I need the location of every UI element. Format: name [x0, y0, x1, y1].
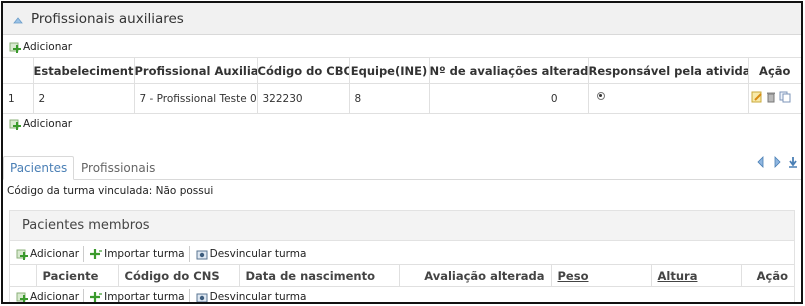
- add-icon: [9, 41, 21, 53]
- linked-class-code: Código da turma vinculada: Não possui: [7, 185, 214, 197]
- members-panel-title: Pacientes membros: [10, 211, 794, 241]
- col-profissional-header[interactable]: Profissional Auxiliar: [133, 57, 257, 84]
- members-col-cns-header[interactable]: Código do CNS: [117, 264, 239, 287]
- col-estabelecimento-header[interactable]: Estabelecimento: [32, 57, 134, 84]
- professionals-table: Estabelecimento Profissional Auxiliar Có…: [3, 57, 801, 114]
- tab-nav-icons: [755, 156, 799, 168]
- add-icon: [9, 118, 21, 130]
- import-class-label: Importar turma: [104, 291, 185, 303]
- members-header-row: Paciente Código do CNS Data de nasciment…: [10, 264, 794, 287]
- add-member-button-bottom[interactable]: Adicionar: [16, 289, 85, 303]
- tab-bar: Pacientes Profissionais: [3, 154, 801, 180]
- scroll-left-icon[interactable]: [755, 156, 767, 168]
- toolbar-top: Adicionar: [3, 37, 801, 57]
- delete-icon[interactable]: [765, 91, 777, 103]
- cell-cbo: 322230: [256, 83, 349, 114]
- col-cbo-header[interactable]: Código do CBO: [256, 57, 349, 84]
- cell-responsavel: [587, 83, 748, 114]
- members-col-peso-header[interactable]: Peso: [550, 264, 651, 287]
- members-col-index-header: [10, 264, 36, 287]
- add-button-bottom[interactable]: Adicionar: [9, 116, 76, 132]
- col-equipe-header[interactable]: Equipe(INE): [348, 57, 429, 84]
- add-member-button[interactable]: Adicionar: [16, 246, 85, 262]
- col-responsavel-header[interactable]: Responsável pela atividade: [587, 57, 748, 84]
- unlink-class-button-bottom[interactable]: Desvincular turma: [196, 289, 311, 303]
- copy-icon[interactable]: [779, 91, 791, 103]
- cell-equipe: 8: [348, 83, 429, 114]
- toolbar-bottom: Adicionar: [3, 114, 801, 134]
- peso-sort-link[interactable]: Peso: [558, 269, 589, 283]
- members-panel: Pacientes membros Adicionar Importar tur…: [9, 210, 795, 303]
- col-acao-header: Ação: [747, 57, 801, 84]
- plus-icon: [90, 248, 103, 260]
- cell-avaliacoes: 0: [428, 83, 588, 114]
- edit-icon[interactable]: [751, 91, 763, 103]
- cell-profissional: 7 - Profissional Teste 03: [133, 83, 257, 114]
- unlink-class-label: Desvincular turma: [209, 291, 307, 303]
- members-table: Paciente Código do CNS Data de nasciment…: [10, 264, 794, 287]
- col-avaliacoes-header[interactable]: Nº de avaliações alteradas: [428, 57, 588, 84]
- unlink-icon: [196, 291, 208, 302]
- import-class-button[interactable]: Importar turma: [90, 246, 190, 262]
- add-member-label: Adicionar: [30, 291, 80, 303]
- members-col-avaliacao-header[interactable]: Avaliação alterada: [398, 264, 551, 287]
- collapse-triangle-icon[interactable]: [13, 14, 23, 24]
- panel-title: Profissionais auxiliares: [31, 10, 184, 27]
- col-index-header: [3, 57, 33, 84]
- add-icon: [16, 248, 28, 260]
- tab-list-down-icon[interactable]: [787, 156, 799, 168]
- plus-icon: [90, 291, 103, 302]
- members-col-nascimento-header[interactable]: Data de nascimento: [238, 264, 399, 287]
- cell-estabelecimento: 2: [32, 83, 134, 114]
- add-member-label: Adicionar: [30, 248, 80, 260]
- panel-header[interactable]: Profissionais auxiliares: [3, 3, 801, 35]
- members-col-acao-header: Ação: [740, 264, 794, 287]
- row-index: 1: [3, 83, 33, 114]
- responsavel-radio[interactable]: [596, 91, 605, 100]
- members-toolbar: Adicionar Importar turma Desvincular tur…: [10, 244, 794, 264]
- table-header-row: Estabelecimento Profissional Auxiliar Có…: [3, 57, 801, 84]
- members-toolbar-bottom: Adicionar Importar turma Desvincular tur…: [10, 287, 794, 303]
- import-class-button-bottom[interactable]: Importar turma: [90, 289, 190, 303]
- add-icon: [16, 291, 28, 302]
- window-frame: Profissionais auxiliares Adicionar Estab…: [1, 1, 803, 304]
- altura-sort-link[interactable]: Altura: [658, 269, 698, 283]
- tab-pacientes[interactable]: Pacientes: [3, 156, 75, 180]
- members-col-paciente-header[interactable]: Paciente: [35, 264, 118, 287]
- unlink-class-label: Desvincular turma: [209, 248, 307, 260]
- members-col-altura-header[interactable]: Altura: [650, 264, 741, 287]
- cell-acao: [747, 83, 801, 114]
- tab-profissionais[interactable]: Profissionais: [75, 156, 161, 180]
- add-button-label: Adicionar: [23, 118, 73, 130]
- unlink-icon: [196, 248, 208, 260]
- scroll-right-icon[interactable]: [771, 156, 783, 168]
- add-button[interactable]: Adicionar: [9, 39, 76, 55]
- import-class-label: Importar turma: [104, 248, 185, 260]
- table-row[interactable]: 1 2 7 - Profissional Teste 03 322230 8 0: [3, 83, 801, 114]
- add-button-label: Adicionar: [23, 41, 73, 53]
- unlink-class-button[interactable]: Desvincular turma: [196, 246, 311, 262]
